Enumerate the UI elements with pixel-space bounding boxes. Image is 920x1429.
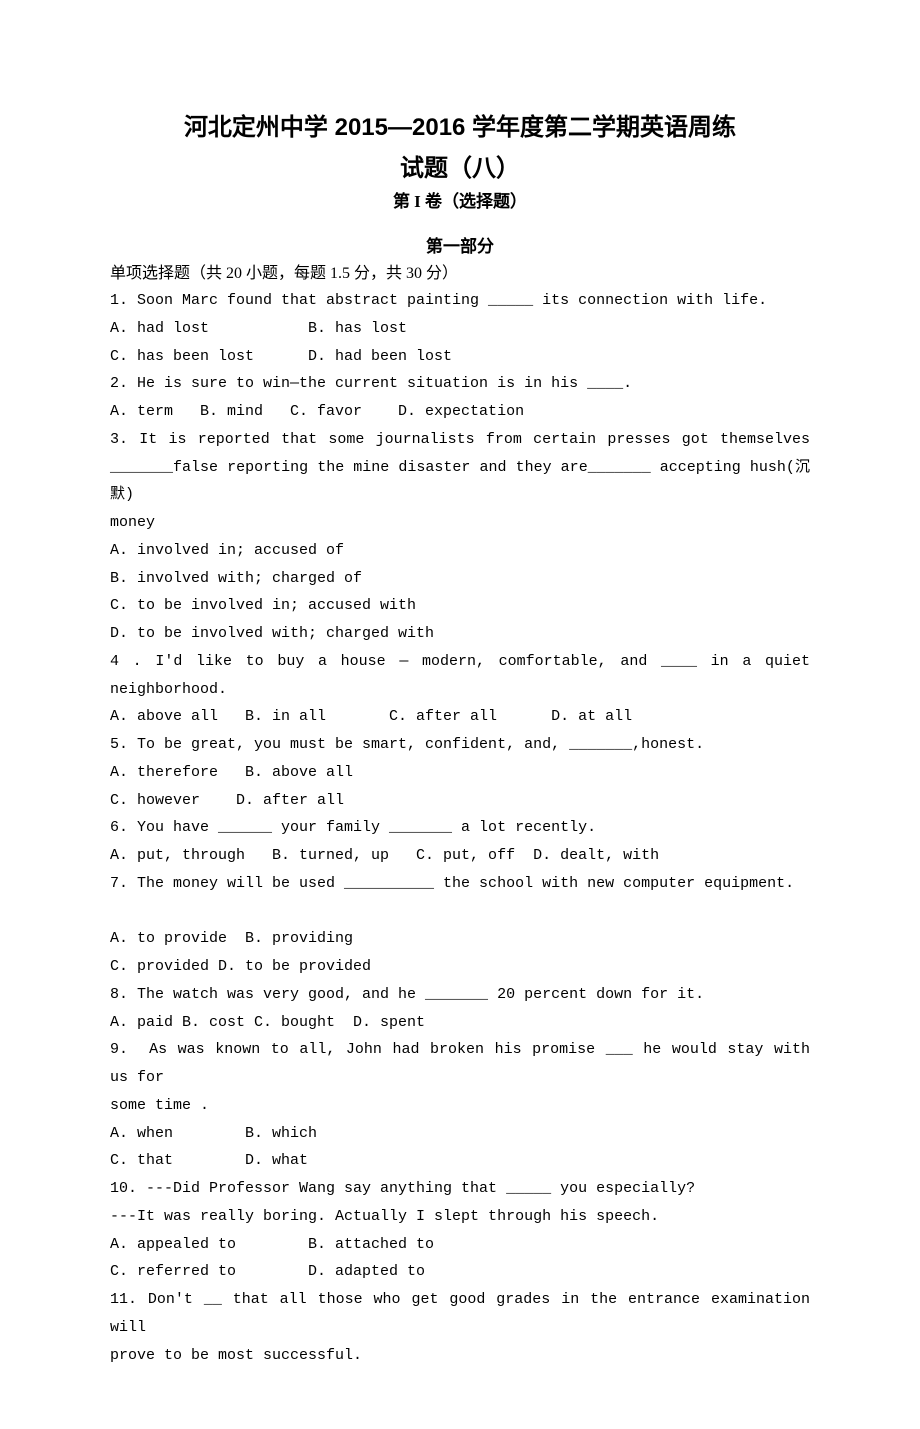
q3-option-c: C. to be involved in; accused with — [110, 592, 810, 620]
title-line1: 河北定州中学 2015—2016 学年度第二学期英语周练 — [110, 110, 810, 146]
q11-stem-line2: prove to be most successful. — [110, 1342, 810, 1370]
q4-options: A. above all B. in all C. after all D. a… — [110, 703, 810, 731]
q3-stem-line1: 3. It is reported that some journalists … — [110, 426, 810, 454]
q9-stem-line2: some time . — [110, 1092, 810, 1120]
q5-options-line2: C. however D. after all — [110, 787, 810, 815]
q7-options-line1: A. to provide B. providing — [110, 925, 810, 953]
instruction-text: 单项选择题（共 20 小题，每题 1.5 分，共 30 分） — [110, 259, 810, 283]
q2-stem: 2. He is sure to win—the current situati… — [110, 370, 810, 398]
volume-label: 第 I 卷（选择题） — [110, 187, 810, 212]
q10-options-line2: C. referred to D. adapted to — [110, 1258, 810, 1286]
q7-stem: 7. The money will be used __________ the… — [110, 870, 810, 898]
q6-options: A. put, through B. turned, up C. put, of… — [110, 842, 810, 870]
q10-stem-line1: 10. ---Did Professor Wang say anything t… — [110, 1175, 810, 1203]
section-label: 第一部分 — [110, 232, 810, 257]
q11-stem-line1: 11. Don't __ that all those who get good… — [110, 1286, 810, 1342]
q3-option-b: B. involved with; charged of — [110, 565, 810, 593]
q4-stem-line2: neighborhood. — [110, 676, 810, 704]
exam-page: 河北定州中学 2015—2016 学年度第二学期英语周练 试题（八） 第 I 卷… — [0, 0, 920, 1429]
q7-options-line2: C. provided D. to be provided — [110, 953, 810, 981]
q7-blank — [110, 898, 810, 926]
q8-options: A. paid B. cost C. bought D. spent — [110, 1009, 810, 1037]
q3-option-a: A. involved in; accused of — [110, 537, 810, 565]
title-line2: 试题（八） — [110, 148, 810, 183]
q4-stem-line1: 4 . I'd like to buy a house — modern, co… — [110, 648, 810, 676]
q3-stem-line3: money — [110, 509, 810, 537]
q3-stem-line2: _______false reporting the mine disaster… — [110, 454, 810, 510]
q9-options-line1: A. when B. which — [110, 1120, 810, 1148]
q5-options-line1: A. therefore B. above all — [110, 759, 810, 787]
q2-options: A. term B. mind C. favor D. expectation — [110, 398, 810, 426]
q1-options-line2: C. has been lost D. had been lost — [110, 343, 810, 371]
q1-stem: 1. Soon Marc found that abstract paintin… — [110, 287, 810, 315]
q6-stem: 6. You have ______ your family _______ a… — [110, 814, 810, 842]
q9-stem-line1: 9. As was known to all, John had broken … — [110, 1036, 810, 1092]
q9-options-line2: C. that D. what — [110, 1147, 810, 1175]
q1-options-line1: A. had lost B. has lost — [110, 315, 810, 343]
q10-options-line1: A. appealed to B. attached to — [110, 1231, 810, 1259]
q5-stem: 5. To be great, you must be smart, confi… — [110, 731, 810, 759]
q3-option-d: D. to be involved with; charged with — [110, 620, 810, 648]
q10-stem-line2: ---It was really boring. Actually I slep… — [110, 1203, 810, 1231]
q8-stem: 8. The watch was very good, and he _____… — [110, 981, 810, 1009]
